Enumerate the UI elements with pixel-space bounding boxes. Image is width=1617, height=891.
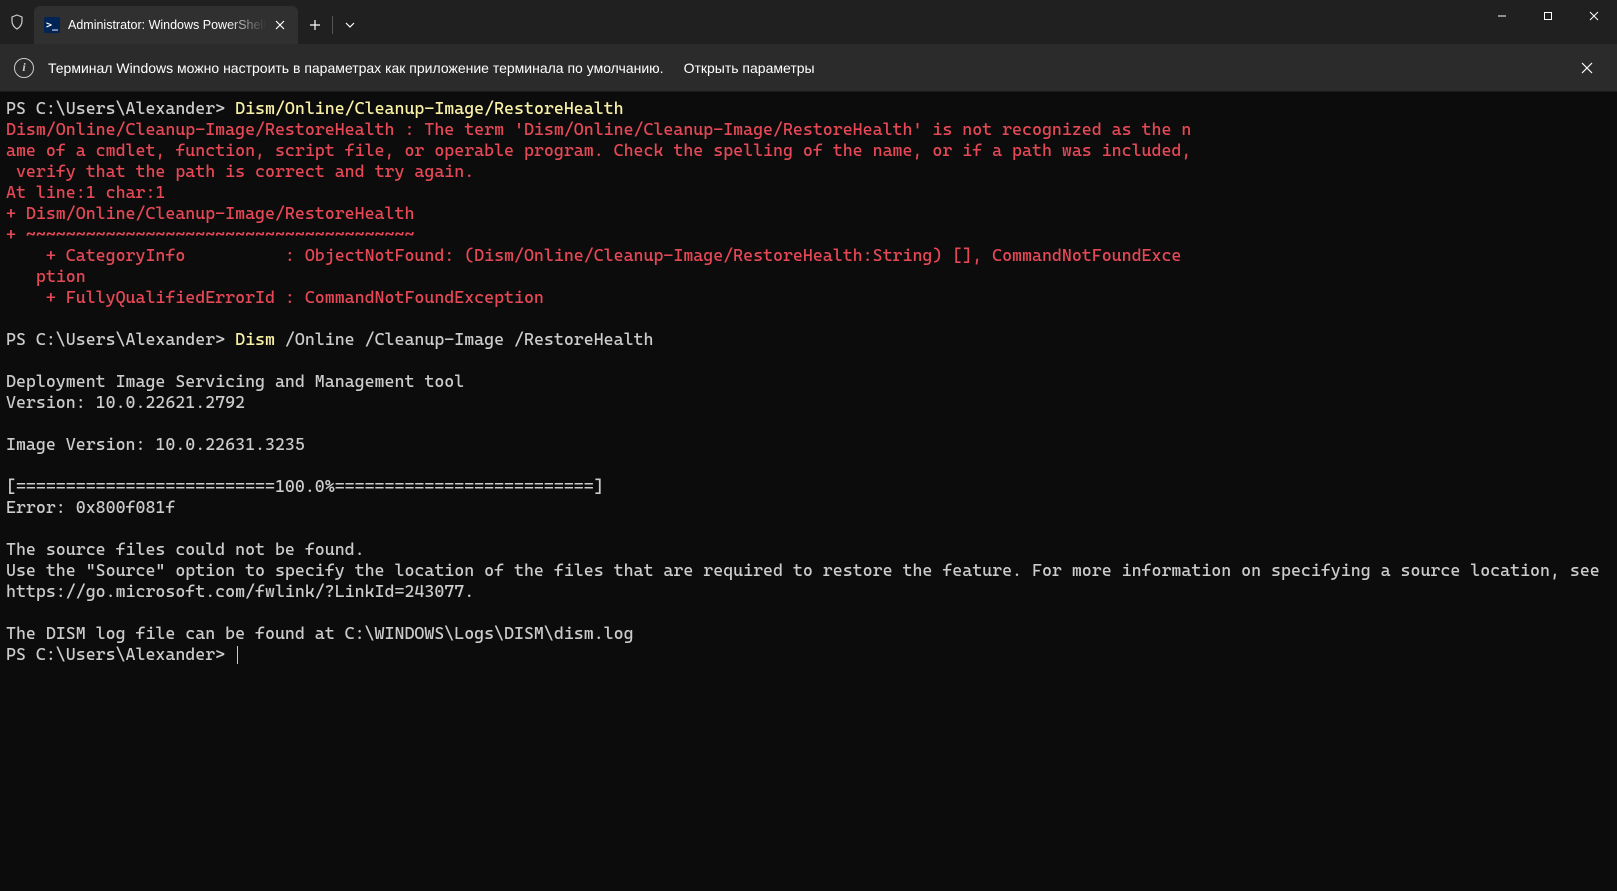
close-window-button[interactable] (1571, 0, 1617, 32)
dism-output: Deployment Image Servicing and Managemen… (6, 371, 1610, 643)
command-text: Dism (235, 329, 275, 349)
terminal-output[interactable]: PS C:\Users\Alexander> Dism/Online/Clean… (0, 92, 1617, 891)
maximize-button[interactable] (1525, 0, 1571, 32)
command-args: /Online /Cleanup-Image /RestoreHealth (275, 329, 654, 349)
title-bar: >_ Administrator: Windows PowerShell (0, 0, 1617, 44)
tab-dropdown-button[interactable] (333, 6, 367, 44)
prompt-line: PS C:\Users\Alexander> (6, 98, 235, 118)
info-close-button[interactable] (1571, 52, 1603, 84)
tab-powershell[interactable]: >_ Administrator: Windows PowerShell (34, 6, 298, 44)
tab-title: Administrator: Windows PowerShell (68, 18, 266, 32)
command-text: Dism/Online/Cleanup-Image/RestoreHealth (235, 98, 623, 118)
prompt-line: PS C:\Users\Alexander> (6, 329, 235, 349)
tab-close-button[interactable] (270, 15, 290, 35)
error-output: Dism/Online/Cleanup-Image/RestoreHealth … (6, 119, 1191, 328)
prompt-line: PS C:\Users\Alexander> (6, 644, 235, 664)
minimize-button[interactable] (1479, 0, 1525, 32)
info-message: Терминал Windows можно настроить в парам… (48, 60, 664, 76)
shield-admin-icon (0, 0, 34, 44)
powershell-icon: >_ (44, 17, 60, 33)
cursor (237, 646, 238, 664)
new-tab-button[interactable] (298, 6, 332, 44)
info-icon: i (14, 58, 34, 78)
open-settings-link[interactable]: Открыть параметры (684, 60, 815, 76)
info-bar: i Терминал Windows можно настроить в пар… (0, 44, 1617, 92)
